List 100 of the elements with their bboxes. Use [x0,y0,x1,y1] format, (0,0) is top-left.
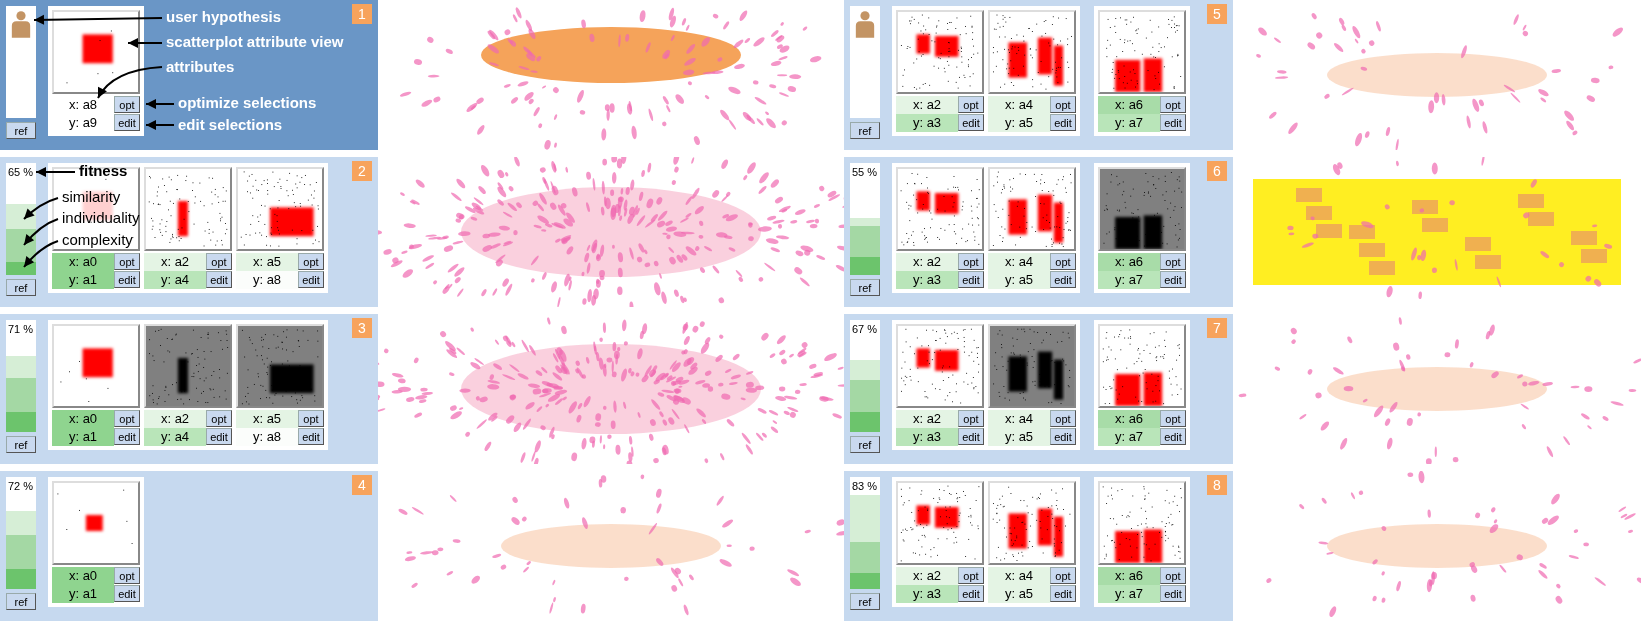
fitness-percent: 72 % [7,479,35,492]
edit-button[interactable]: edit [958,114,984,131]
optimize-button[interactable]: opt [114,253,140,270]
optimize-button[interactable]: opt [298,410,324,427]
panel-number: 6 [1207,161,1227,181]
x-attribute: x: a5 [236,410,298,428]
annotation-label: attributes [166,58,235,76]
scatterplot-view[interactable] [52,167,140,251]
arrow [23,240,59,268]
y-attribute: y: a1 [52,585,114,603]
edit-button[interactable]: edit [298,271,324,288]
scatterplot-view[interactable] [144,324,232,408]
optimize-button[interactable]: opt [958,253,984,270]
x-attribute: x: a2 [896,567,958,585]
edit-button[interactable]: edit [958,428,984,445]
optimize-button[interactable]: opt [206,253,232,270]
y-attribute: y: a4 [144,428,206,446]
optimize-button[interactable]: opt [1050,253,1076,270]
y-attribute: y: a5 [988,428,1050,446]
ref-button[interactable]: ref [850,436,880,453]
y-attribute: y: a7 [1098,114,1160,132]
ref-button[interactable]: ref [6,122,36,139]
panel-number: 4 [352,475,372,495]
edit-button[interactable]: edit [1160,271,1186,288]
optimize-button[interactable]: opt [958,96,984,113]
optimize-button[interactable]: opt [1050,96,1076,113]
edit-button[interactable]: edit [114,114,140,131]
y-attribute: y: a4 [144,271,206,289]
edit-button[interactable]: edit [114,585,140,602]
edit-button[interactable]: edit [1050,428,1076,445]
ref-button[interactable]: ref [6,593,36,610]
fitness-percent: 65 % [7,165,35,178]
ref-button[interactable]: ref [850,279,880,296]
optimize-button[interactable]: opt [958,410,984,427]
scatterplot-view[interactable] [1098,167,1186,251]
y-attribute: y: a3 [896,585,958,603]
edit-button[interactable]: edit [114,271,140,288]
ref-button[interactable]: ref [6,436,36,453]
optimize-button[interactable]: opt [958,567,984,584]
panel-number: 3 [352,318,372,338]
annotation-label: fitness [79,162,128,180]
y-attribute: y: a1 [52,271,114,289]
optimize-button[interactable]: opt [1160,410,1186,427]
x-attribute: x: a5 [236,253,298,271]
x-attribute: x: a4 [988,96,1050,114]
arrow [23,197,59,220]
x-attribute: x: a6 [1098,96,1160,114]
y-attribute: y: a5 [988,585,1050,603]
optimize-button[interactable]: opt [206,410,232,427]
edit-button[interactable]: edit [206,428,232,445]
annotation-label: individuality [62,209,140,227]
ref-button[interactable]: ref [850,122,880,139]
annotation-label: user hypothesis [166,8,282,26]
x-attribute: x: a0 [52,410,114,428]
edit-button[interactable]: edit [1050,114,1076,131]
y-attribute: y: a3 [896,271,958,289]
x-attribute: x: a2 [896,410,958,428]
edit-button[interactable]: edit [958,585,984,602]
edit-button[interactable]: edit [206,271,232,288]
panel-number: 2 [352,161,372,181]
edit-button[interactable]: edit [1160,428,1186,445]
optimize-button[interactable]: opt [1050,410,1076,427]
y-attribute: y: a8 [236,428,298,446]
x-attribute: x: a2 [144,253,206,271]
annotation-label: scatterplot attribute view [166,33,344,51]
x-attribute: x: a4 [988,567,1050,585]
edit-button[interactable]: edit [114,428,140,445]
y-attribute: y: a5 [988,271,1050,289]
x-attribute: x: a6 [1098,567,1160,585]
edit-button[interactable]: edit [958,271,984,288]
edit-button[interactable]: edit [1050,585,1076,602]
annotation-label: optimize selections [178,94,317,112]
x-attribute: x: a2 [896,253,958,271]
optimize-button[interactable]: opt [1160,96,1186,113]
x-attribute: x: a2 [896,96,958,114]
ref-button[interactable]: ref [850,593,880,610]
edit-button[interactable]: edit [1160,114,1186,131]
optimize-button[interactable]: opt [114,410,140,427]
scatterplot-view[interactable] [988,324,1076,408]
scatterplot-view[interactable] [52,10,140,94]
panel-number: 1 [352,4,372,24]
optimize-button[interactable]: opt [114,96,140,113]
edit-button[interactable]: edit [1050,271,1076,288]
arrow [35,167,76,177]
optimize-button[interactable]: opt [1160,253,1186,270]
y-attribute: y: a3 [896,114,958,132]
optimize-button[interactable]: opt [1160,567,1186,584]
panel-number: 5 [1207,4,1227,24]
edit-button[interactable]: edit [1160,585,1186,602]
edit-button[interactable]: edit [298,428,324,445]
fitness-percent: 71 % [7,322,35,335]
x-attribute: x: a0 [52,567,114,585]
ref-button[interactable]: ref [6,279,36,296]
y-attribute: y: a7 [1098,271,1160,289]
optimize-button[interactable]: opt [1050,567,1076,584]
optimize-button[interactable]: opt [298,253,324,270]
x-attribute: x: a2 [144,410,206,428]
optimize-button[interactable]: opt [114,567,140,584]
scatterplot-view[interactable] [236,324,324,408]
y-attribute: y: a7 [1098,585,1160,603]
